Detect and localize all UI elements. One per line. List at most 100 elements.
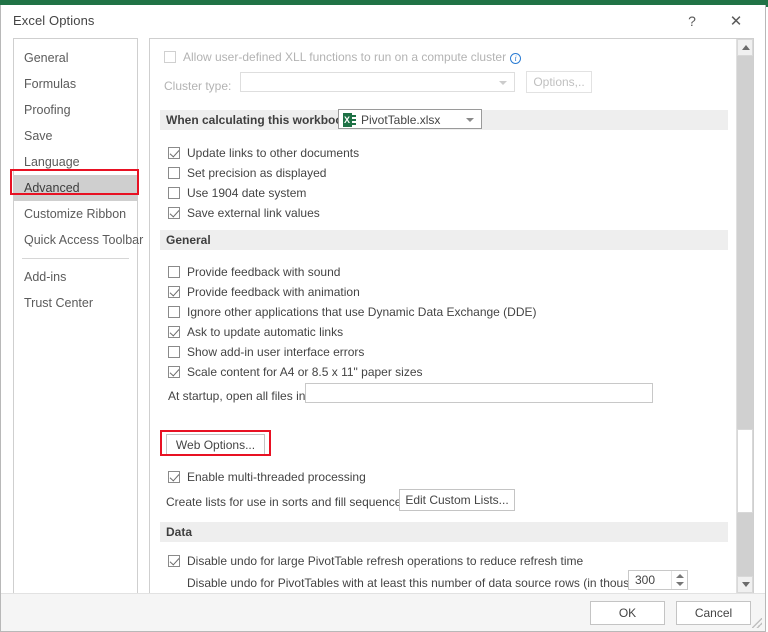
data-section-header: Data [160, 522, 728, 542]
scroll-down-button[interactable] [737, 576, 753, 593]
feedback-animation-label: Provide feedback with animation [187, 285, 360, 299]
multithread-label: Enable multi-threaded processing [187, 470, 366, 484]
startup-folder-label-wrap: At startup, open all files in: [168, 387, 309, 405]
dialog-footer: OK Cancel [1, 593, 765, 631]
scale-content-label: Scale content for A4 or 8.5 x 11" paper … [187, 365, 423, 379]
excel-options-dialog: Excel Options ? ✕ General Formulas Proof… [0, 5, 766, 632]
triangle-up-icon [742, 45, 750, 50]
multithread-checkbox[interactable] [168, 471, 180, 483]
ask-update-links-checkbox[interactable] [168, 326, 180, 338]
data-section-label: Data [166, 525, 193, 539]
edit-custom-lists-button[interactable]: Edit Custom Lists... [399, 489, 515, 511]
options-content-inner: Allow user-defined XLL functions to run … [150, 39, 736, 593]
cluster-type-label-wrap: Cluster type: [164, 77, 231, 95]
ignore-dde-checkbox[interactable] [168, 306, 180, 318]
workbook-name: PivotTable.xlsx [361, 113, 441, 127]
ask-update-links-label: Ask to update automatic links [187, 325, 344, 339]
sidebar-item-label: Add-ins [24, 270, 67, 284]
info-icon[interactable]: i [510, 53, 522, 64]
addin-errors-row[interactable]: Show add-in user interface errors [168, 343, 364, 361]
sidebar-item-label: Quick Access Toolbar [24, 233, 144, 247]
ignore-dde-label: Ignore other applications that use Dynam… [187, 305, 537, 319]
sidebar-item-quick-access-toolbar[interactable]: Quick Access Toolbar [14, 227, 143, 253]
sidebar-item-label: General [24, 51, 69, 65]
resize-grip[interactable] [752, 618, 762, 628]
sidebar-item-language[interactable]: Language [14, 149, 137, 175]
feedback-animation-row[interactable]: Provide feedback with animation [168, 283, 360, 301]
web-options-button[interactable]: Web Options... [166, 434, 265, 456]
sidebar-item-label: Trust Center [24, 296, 94, 310]
sidebar-item-label: Save [24, 129, 53, 143]
save-external-links-checkbox[interactable] [168, 207, 180, 219]
startup-folder-input[interactable] [305, 383, 653, 403]
cancel-button[interactable]: Cancel [676, 601, 751, 625]
sidebar: General Formulas Proofing Save Language … [10, 38, 143, 594]
sidebar-item-trust-center[interactable]: Trust Center [14, 290, 137, 316]
sidebar-item-add-ins[interactable]: Add-ins [14, 264, 137, 290]
date-system-row[interactable]: Use 1904 date system [168, 184, 306, 202]
save-external-links-label: Save external link values [187, 206, 320, 220]
sidebar-item-save[interactable]: Save [14, 123, 137, 149]
triangle-down-icon [742, 582, 750, 587]
close-icon[interactable]: ✕ [721, 9, 751, 33]
update-links-label: Update links to other documents [187, 146, 360, 160]
calculating-workbook-label: When calculating this workbook: [166, 113, 354, 127]
sidebar-item-proofing[interactable]: Proofing [14, 97, 137, 123]
feedback-sound-checkbox[interactable] [168, 266, 180, 278]
stepper-down-icon[interactable] [676, 582, 684, 586]
rows-threshold-value: 300 [635, 573, 656, 587]
date-system-checkbox[interactable] [168, 187, 180, 199]
sidebar-divider [22, 258, 129, 259]
addin-errors-checkbox[interactable] [168, 346, 180, 358]
scrollbar-track[interactable] [737, 56, 753, 576]
dialog-titlebar: Excel Options ? ✕ [1, 5, 765, 37]
multithread-row[interactable]: Enable multi-threaded processing [168, 468, 366, 486]
content-scrollbar[interactable] [736, 39, 753, 593]
cluster-options-button[interactable]: Options,.. [526, 71, 592, 93]
save-external-links-row[interactable]: Save external link values [168, 204, 320, 222]
feedback-animation-checkbox[interactable] [168, 286, 180, 298]
stepper-buttons[interactable] [671, 571, 687, 589]
update-links-row[interactable]: Update links to other documents [168, 144, 359, 162]
sidebar-item-label: Language [24, 155, 80, 169]
sidebar-item-advanced[interactable]: Advanced [14, 175, 137, 201]
set-precision-label: Set precision as displayed [187, 166, 327, 180]
scrollbar-thumb[interactable] [737, 429, 753, 513]
sidebar-item-label: Formulas [24, 77, 77, 91]
workbook-dropdown[interactable]: X PivotTable.xlsx [338, 109, 482, 129]
sidebar-item-label: Proofing [24, 103, 71, 117]
dialog-title: Excel Options [13, 13, 95, 28]
scale-content-checkbox[interactable] [168, 366, 180, 378]
rows-threshold-label-wrap: Disable undo for PivotTables with at lea… [187, 574, 663, 592]
custom-lists-label: Create lists for use in sorts and fill s… [166, 495, 411, 509]
options-content-pane: Allow user-defined XLL functions to run … [149, 38, 754, 594]
stepper-up-icon[interactable] [676, 574, 684, 578]
scroll-up-button[interactable] [737, 39, 753, 56]
rows-threshold-stepper[interactable]: 300 [628, 570, 688, 590]
general-section-header: General [160, 230, 728, 250]
addin-errors-label: Show add-in user interface errors [187, 345, 365, 359]
sidebar-item-label: Customize Ribbon [24, 207, 127, 221]
sidebar-item-general[interactable]: General [14, 45, 137, 71]
set-precision-row[interactable]: Set precision as displayed [168, 164, 326, 182]
disable-undo-pivot-row[interactable]: Disable undo for large PivotTable refres… [168, 552, 583, 570]
xll-functions-checkbox[interactable] [164, 51, 176, 63]
xll-functions-row[interactable]: Allow user-defined XLL functions to run … [164, 48, 522, 66]
rows-threshold-label: Disable undo for PivotTables with at lea… [187, 576, 663, 590]
ignore-dde-row[interactable]: Ignore other applications that use Dynam… [168, 303, 537, 321]
sidebar-item-customize-ribbon[interactable]: Customize Ribbon [14, 201, 137, 227]
sidebar-item-formulas[interactable]: Formulas [14, 71, 137, 97]
custom-lists-label-wrap: Create lists for use in sorts and fill s… [166, 493, 411, 511]
help-icon[interactable]: ? [677, 9, 707, 33]
ask-update-links-row[interactable]: Ask to update automatic links [168, 323, 343, 341]
cluster-type-label: Cluster type: [164, 79, 232, 93]
set-precision-checkbox[interactable] [168, 167, 180, 179]
feedback-sound-row[interactable]: Provide feedback with sound [168, 263, 340, 281]
disable-undo-pivot-checkbox[interactable] [168, 555, 180, 567]
chevron-down-icon [466, 118, 474, 122]
cluster-type-dropdown[interactable] [240, 72, 515, 92]
update-links-checkbox[interactable] [168, 147, 180, 159]
scale-content-row[interactable]: Scale content for A4 or 8.5 x 11" paper … [168, 363, 423, 381]
ok-button[interactable]: OK [590, 601, 665, 625]
startup-folder-label: At startup, open all files in: [168, 389, 309, 403]
